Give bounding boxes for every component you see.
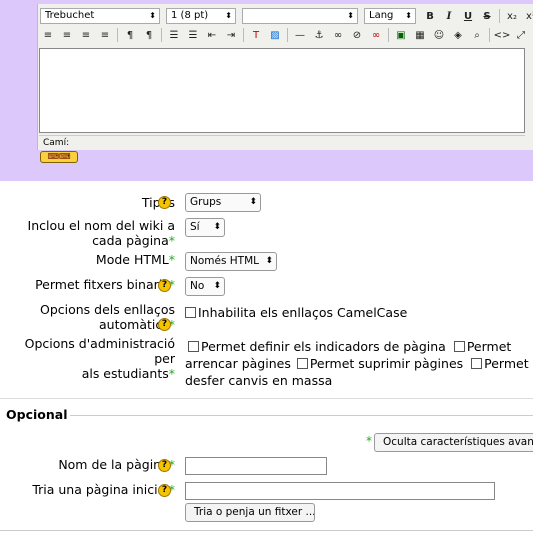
mode-html-value: Només HTML: [190, 255, 259, 267]
font-family-value: Trebuchet: [45, 10, 95, 21]
camelcase-option[interactable]: Inhabilita els enllaços CamelCase: [185, 304, 407, 321]
allow-undo-changes-checkbox[interactable]: [471, 358, 483, 369]
background-color-icon[interactable]: ▨: [267, 27, 283, 43]
editor-toolbar-row-2: ≡ ≡ ≡ ≡ ¶ ¶ ☰ ☰ ⇤ ⇥ T ▨ — ⚓ ∞ ⊘ ∞ ▣ ▦ ☺ …: [40, 26, 532, 44]
opcions-enllacos-label: Opcions dels enllaços automàtics*: [39, 302, 175, 332]
ltr-icon[interactable]: ¶: [122, 27, 138, 43]
fitxers-binaris-select[interactable]: No ⬍: [185, 277, 225, 296]
align-center-icon[interactable]: ≡: [59, 27, 75, 43]
keyboard-toggle-icon[interactable]: ⌨⌨: [40, 151, 78, 163]
horizontal-rule-icon[interactable]: —: [292, 27, 308, 43]
font-size-select[interactable]: 1 (8 pt) ⬍: [166, 8, 236, 24]
bottom-divider: [0, 530, 533, 531]
tipus-select[interactable]: Grups ⬍: [185, 193, 261, 212]
nom-wiki-select[interactable]: Sí ⬍: [185, 218, 225, 237]
align-right-icon[interactable]: ≡: [78, 27, 94, 43]
required-marker: *: [366, 434, 372, 448]
allow-page-flags-checkbox[interactable]: [188, 341, 199, 352]
choose-upload-file-button[interactable]: Tria o penja un fitxer ...: [185, 503, 315, 522]
italic-button[interactable]: I: [441, 8, 457, 24]
superscript-button[interactable]: x²: [523, 8, 533, 24]
ordered-list-icon[interactable]: ☰: [166, 27, 182, 43]
subscript-button[interactable]: x₂: [504, 8, 520, 24]
allow-remove-pages-checkbox[interactable]: [453, 341, 465, 352]
image-icon[interactable]: ▣: [393, 27, 409, 43]
font-family-select[interactable]: Trebuchet ⬍: [40, 8, 160, 24]
path-label: Camí:: [43, 138, 70, 148]
strikethrough-button[interactable]: S: [479, 8, 495, 24]
nom-wiki-value: Sí: [190, 221, 200, 233]
rtl-icon[interactable]: ¶: [141, 27, 157, 43]
editor-toolbar-row-1: Trebuchet ⬍ 1 (8 pt) ⬍ ⬍ Lang ⬍ B I U S x₂ …: [40, 7, 533, 25]
fitxers-binaris-label: Permet fitxers binaris*: [35, 277, 175, 292]
lang-select[interactable]: Lang ⬍: [364, 8, 416, 24]
smiley-icon[interactable]: ☺: [431, 27, 447, 43]
html-source-icon[interactable]: <>: [494, 27, 511, 43]
html-editor: Trebuchet ⬍ 1 (8 pt) ⬍ ⬍ Lang ⬍ B I U S x₂ …: [37, 4, 533, 150]
pagina-inicial-label: Tria una pàgina inicial*: [32, 482, 175, 497]
help-icon[interactable]: ?: [158, 484, 171, 497]
text-color-icon[interactable]: T: [248, 27, 264, 43]
opcions-admin-label: Opcions d'administració per als estudian…: [24, 336, 175, 381]
special-char-icon[interactable]: ◈: [450, 27, 466, 43]
anchor-icon[interactable]: ⚓: [311, 27, 327, 43]
font-size-value: 1 (8 pt): [171, 10, 209, 21]
nom-wiki-label: Inclou el nom del wiki a cada pàgina*: [27, 218, 175, 248]
search-replace-icon[interactable]: ⌕: [469, 27, 485, 43]
camelcase-checkbox-label: Inhabilita els enllaços CamelCase: [198, 305, 408, 320]
mode-html-label: Mode HTML*: [95, 252, 175, 267]
section-divider: [0, 398, 533, 399]
fullscreen-icon[interactable]: ⤢: [513, 27, 529, 43]
unlink-icon[interactable]: ⊘: [349, 27, 365, 43]
allow-delete-pages-checkbox[interactable]: [296, 358, 308, 369]
help-icon[interactable]: ?: [158, 459, 171, 472]
legend-rule: [70, 415, 533, 416]
indent-icon[interactable]: ⇥: [223, 27, 239, 43]
unordered-list-icon[interactable]: ☰: [185, 27, 201, 43]
pagina-inicial-input[interactable]: [185, 482, 495, 500]
link-icon[interactable]: ∞: [330, 27, 346, 43]
outdent-icon[interactable]: ⇤: [204, 27, 220, 43]
help-icon[interactable]: ?: [158, 196, 171, 209]
align-left-icon[interactable]: ≡: [40, 27, 56, 43]
toggle-advanced-button[interactable]: Oculta característiques avançades: [374, 433, 533, 452]
underline-button[interactable]: U: [460, 8, 476, 24]
table-icon[interactable]: ▦: [412, 27, 428, 43]
help-icon[interactable]: ?: [158, 279, 171, 292]
editor-textarea[interactable]: [39, 48, 525, 133]
help-icon[interactable]: ?: [158, 318, 171, 331]
nolink-icon[interactable]: ∞: [368, 27, 384, 43]
format-select[interactable]: ⬍: [242, 8, 358, 24]
fitxers-binaris-value: No: [190, 280, 205, 292]
mode-html-select[interactable]: Només HTML ⬍: [185, 252, 277, 271]
lang-value: Lang: [369, 10, 394, 21]
optional-section-legend[interactable]: Opcional: [6, 407, 67, 422]
editor-path-bar: Camí:: [39, 135, 525, 149]
tipus-value: Grups: [190, 196, 222, 208]
admin-options-group: Permet definir els indicadors de pàgina …: [185, 339, 529, 388]
bold-button[interactable]: B: [422, 8, 438, 24]
nom-pagina-input[interactable]: [185, 457, 327, 475]
camelcase-checkbox[interactable]: [185, 307, 196, 318]
toolbar-separator: [499, 9, 500, 23]
justify-icon[interactable]: ≡: [97, 27, 113, 43]
